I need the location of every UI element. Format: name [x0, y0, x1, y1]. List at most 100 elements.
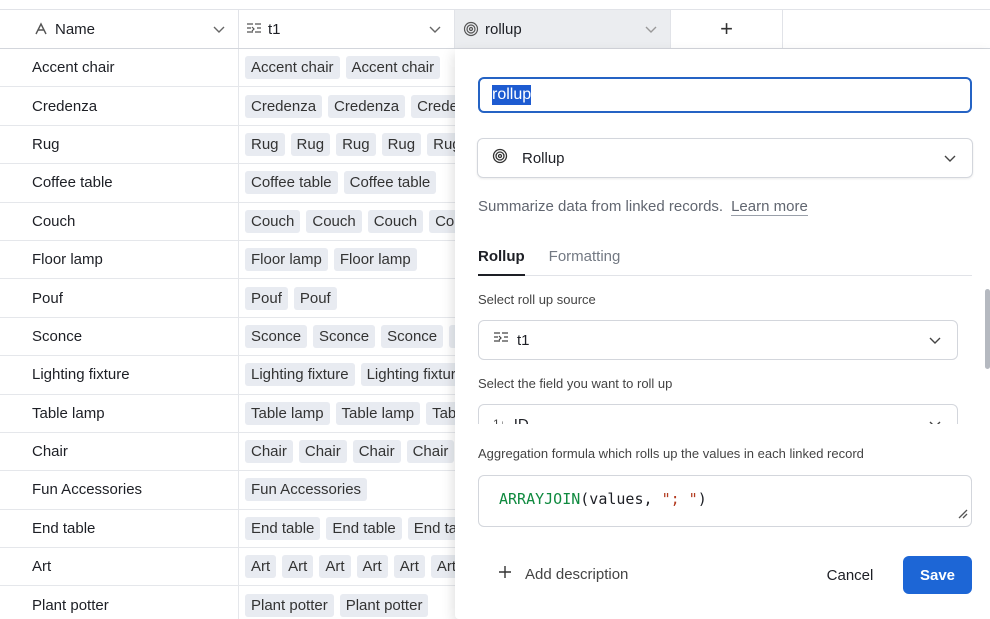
- row-linked-cell[interactable]: Table lampTable lampTable lamp: [239, 395, 455, 432]
- linked-record-chip[interactable]: Credenza: [245, 94, 323, 118]
- row-name-cell[interactable]: Art: [0, 548, 239, 586]
- linked-record-chip[interactable]: Pouf: [293, 286, 337, 310]
- chevron-down-icon[interactable]: [428, 22, 442, 40]
- row-name-cell[interactable]: Floor lamp: [0, 240, 239, 279]
- add-field-button[interactable]: +: [671, 10, 783, 48]
- linked-record-chip[interactable]: Floor lamp: [245, 248, 328, 272]
- table-row[interactable]: Lighting fixture Lighting fixture Lighting…: [0, 356, 455, 395]
- linked-record-chip[interactable]: Plant potter: [339, 593, 429, 617]
- row-name-cell[interactable]: Chair: [0, 432, 239, 471]
- linked-record-chip[interactable]: Credenza: [328, 94, 406, 118]
- linked-record-chip[interactable]: Coffee table: [245, 171, 338, 195]
- linked-record-chip[interactable]: Table lamp: [335, 401, 421, 425]
- row-linked-cell[interactable]: Coffee table Coffee table: [239, 164, 455, 201]
- linked-record-chip[interactable]: Rug: [245, 132, 285, 156]
- table-row[interactable]: Pouf Pouf Pouf: [0, 279, 455, 318]
- linked-record-chip[interactable]: Lighting fixture: [245, 363, 355, 387]
- chevron-down-icon[interactable]: [644, 22, 658, 40]
- linked-record-chip[interactable]: Coffee table: [343, 171, 437, 195]
- chevron-down-icon[interactable]: [212, 22, 226, 40]
- tab-formatting[interactable]: Formatting: [549, 248, 621, 276]
- linked-record-chip[interactable]: Couch: [429, 209, 455, 233]
- linked-record-chip[interactable]: Art: [282, 555, 314, 579]
- column-header-t1[interactable]: t1: [239, 10, 455, 48]
- row-linked-cell[interactable]: RugRugRugRugRug: [239, 126, 455, 163]
- formula-editor[interactable]: ARRAYJOIN(values, "; "): [478, 475, 972, 527]
- linked-record-chip[interactable]: Art: [245, 555, 277, 579]
- row-name-cell[interactable]: Lighting fixture: [0, 356, 239, 394]
- add-description-button[interactable]: Add description: [497, 564, 628, 584]
- row-name-cell[interactable]: Credenza: [0, 87, 239, 125]
- linked-record-chip[interactable]: End table: [326, 516, 402, 540]
- field-name-input[interactable]: rollup: [478, 77, 972, 113]
- table-row[interactable]: SconceSconceSconceSconceSconce: [0, 317, 455, 357]
- linked-record-chip[interactable]: Couch: [245, 209, 301, 233]
- linked-record-chip[interactable]: Credenza: [411, 94, 455, 118]
- linked-record-chip[interactable]: Chair: [245, 440, 293, 464]
- row-linked-cell[interactable]: Art Art Art Art Art Art: [239, 548, 455, 585]
- row-name-cell[interactable]: Couch: [0, 202, 239, 240]
- linked-record-chip[interactable]: Chair: [352, 440, 401, 464]
- rollup-source-select[interactable]: t1: [478, 320, 958, 360]
- linked-record-chip[interactable]: Table lamp: [426, 401, 455, 425]
- table-row[interactable]: Floor lamp Floor lamp Floor lamp: [0, 240, 455, 280]
- linked-record-chip[interactable]: Art: [319, 555, 351, 579]
- row-linked-cell[interactable]: Pouf Pouf: [239, 279, 455, 316]
- save-button[interactable]: Save: [903, 556, 972, 594]
- linked-record-chip[interactable]: End table: [407, 516, 455, 540]
- row-name-cell[interactable]: Accent chair: [0, 49, 239, 87]
- table-row[interactable]: Fun Accessories Fun Accessories: [0, 471, 455, 510]
- linked-record-chip[interactable]: Couch: [367, 209, 424, 233]
- row-name-cell[interactable]: Table lamp: [0, 394, 239, 432]
- table-row[interactable]: Table lampTable lampTable lampTable lamp: [0, 394, 455, 433]
- row-name-cell[interactable]: Rug: [0, 125, 239, 164]
- row-linked-cell[interactable]: SconceSconceSconceSconce: [239, 318, 455, 355]
- linked-record-chip[interactable]: Chair: [406, 440, 455, 464]
- linked-record-chip[interactable]: Art: [393, 555, 425, 579]
- tab-rollup[interactable]: Rollup: [478, 248, 525, 276]
- table-row[interactable]: Art Art Art Art Art Art Art: [0, 548, 455, 587]
- column-header-name[interactable]: Name: [0, 10, 239, 48]
- row-name-cell[interactable]: Sconce: [0, 317, 239, 356]
- linked-record-chip[interactable]: Lighting fixture: [360, 363, 455, 387]
- linked-record-chip[interactable]: Floor lamp: [333, 248, 417, 272]
- table-row[interactable]: End tableEnd tableEnd tableEnd table: [0, 509, 455, 549]
- table-row[interactable]: RugRugRugRugRugRug: [0, 125, 455, 165]
- row-linked-cell[interactable]: Floor lamp Floor lamp: [239, 241, 455, 278]
- linked-record-chip[interactable]: Sconce: [245, 324, 308, 348]
- linked-record-chip[interactable]: Chair: [298, 440, 347, 464]
- linked-record-chip[interactable]: Table lamp: [245, 401, 330, 425]
- linked-record-chip[interactable]: Art: [356, 555, 388, 579]
- linked-record-chip[interactable]: Accent chair: [245, 56, 340, 80]
- panel-scrollbar[interactable]: [985, 289, 990, 369]
- row-name-cell[interactable]: Coffee table: [0, 164, 239, 202]
- linked-record-chip[interactable]: Plant potter: [245, 593, 334, 617]
- row-linked-cell[interactable]: Plant potter Plant potter: [239, 586, 455, 619]
- rollup-field-select[interactable]: 1↓ ID: [478, 404, 958, 424]
- row-name-cell[interactable]: Fun Accessories: [0, 471, 239, 509]
- linked-record-chip[interactable]: Rug: [290, 132, 331, 156]
- row-name-cell[interactable]: Plant potter: [0, 586, 239, 619]
- linked-record-chip[interactable]: Fun Accessories: [245, 478, 368, 502]
- linked-record-chip[interactable]: Sconce: [381, 324, 444, 348]
- linked-record-chip[interactable]: Pouf: [245, 286, 288, 310]
- row-linked-cell[interactable]: Chair Chair Chair Chair: [239, 433, 455, 470]
- linked-record-chip[interactable]: Rug: [427, 132, 455, 156]
- column-header-rollup[interactable]: rollup: [455, 10, 671, 48]
- linked-record-chip[interactable]: Sconce: [313, 324, 376, 348]
- row-linked-cell[interactable]: CouchCouchCouchCouch: [239, 203, 455, 240]
- row-linked-cell[interactable]: End tableEnd tableEnd table: [239, 510, 455, 547]
- linked-record-chip[interactable]: Accent chair: [345, 56, 441, 80]
- linked-record-chip[interactable]: Rug: [381, 132, 422, 156]
- cancel-button[interactable]: Cancel: [813, 556, 887, 594]
- row-linked-cell[interactable]: Accent chair Accent chair: [239, 49, 455, 86]
- row-linked-cell[interactable]: Fun Accessories: [239, 471, 455, 508]
- linked-record-chip[interactable]: Art: [430, 555, 455, 579]
- linked-record-chip[interactable]: Couch: [306, 209, 362, 233]
- table-row[interactable]: CouchCouchCouchCouchCouch: [0, 202, 455, 241]
- row-linked-cell[interactable]: Lighting fixture Lighting fixture: [239, 356, 455, 393]
- row-name-cell[interactable]: Pouf: [0, 279, 239, 317]
- resize-handle-icon[interactable]: [956, 505, 968, 523]
- learn-more-link[interactable]: Learn more: [731, 198, 808, 216]
- table-row[interactable]: Plant potter Plant potter Plant potter: [0, 586, 455, 619]
